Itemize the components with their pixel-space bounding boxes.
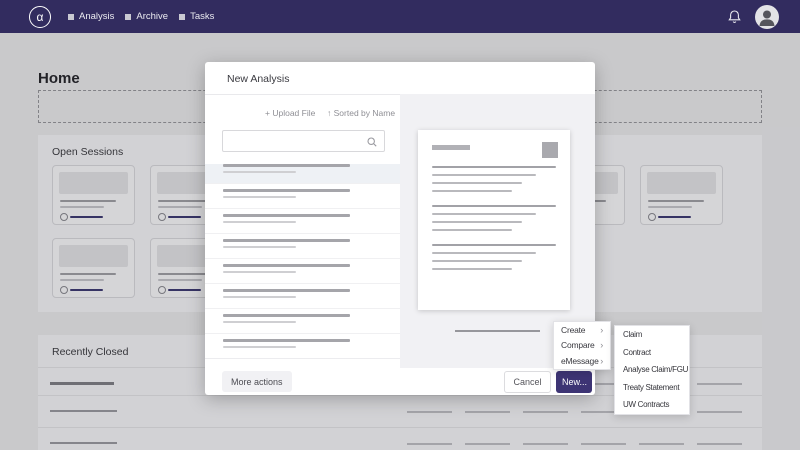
preview-line-placeholder <box>432 229 512 231</box>
submenu-item-analyse-claim-fgu[interactable]: Analyse Claim/FGU <box>615 361 689 379</box>
menu-square-icon <box>125 13 132 20</box>
file-list <box>205 159 400 359</box>
preview-line-placeholder <box>432 213 536 215</box>
preview-paragraph <box>432 244 556 276</box>
file-name-placeholder <box>223 289 350 292</box>
nav-item-analysis[interactable]: Analysis <box>68 11 114 22</box>
app-logo[interactable]: α <box>29 5 51 28</box>
file-meta-placeholder <box>223 295 296 298</box>
plus-icon: + <box>265 108 270 118</box>
preview-line-placeholder <box>432 268 512 270</box>
file-name-placeholder <box>223 189 350 192</box>
menu-item-label: eMessage <box>561 355 599 366</box>
upload-file-button[interactable]: + Upload File <box>265 108 315 118</box>
file-list-item[interactable] <box>205 214 400 234</box>
nav-item-archive[interactable]: Archive <box>125 11 168 22</box>
nav-item-tasks[interactable]: Tasks <box>179 11 214 22</box>
bell-icon[interactable] <box>727 9 742 25</box>
file-meta-placeholder <box>223 245 296 248</box>
file-name-placeholder <box>223 164 350 167</box>
more-actions-button[interactable]: More actions <box>222 371 292 392</box>
file-meta-placeholder <box>223 320 296 323</box>
app-screen: α Analysis Archive Tasks Home Open Session… <box>0 0 800 450</box>
new-dropdown-menu: Create › Compare › eMessage › <box>553 321 611 370</box>
cancel-button[interactable]: Cancel <box>504 371 551 393</box>
create-submenu: Claim Contract Analyse Claim/FGU Treaty Sta… <box>614 325 690 415</box>
file-list-item[interactable] <box>205 314 400 334</box>
file-meta-placeholder <box>223 345 296 348</box>
menu-square-icon <box>68 13 74 20</box>
file-list-item[interactable] <box>205 339 400 358</box>
menu-square-icon <box>179 13 186 20</box>
file-name-placeholder <box>223 314 350 317</box>
file-name-placeholder <box>223 214 350 217</box>
navbar-right <box>727 4 779 29</box>
file-search-box <box>222 130 385 152</box>
submenu-item-treaty-statement[interactable]: Treaty Statement <box>615 379 689 397</box>
file-meta-placeholder <box>223 270 296 273</box>
submenu-item-claim[interactable]: Claim <box>615 326 689 344</box>
preview-line-placeholder <box>432 260 522 262</box>
file-meta-placeholder <box>223 170 296 173</box>
preview-title-placeholder <box>432 145 470 150</box>
file-list-item[interactable] <box>205 289 400 309</box>
nav-item-label: Archive <box>136 11 169 22</box>
chevron-right-icon: › <box>600 340 603 351</box>
file-name-placeholder <box>223 264 350 267</box>
modal-title: New Analysis <box>227 73 290 85</box>
file-meta-placeholder <box>223 220 296 223</box>
document-preview <box>418 130 570 310</box>
menu-item-label: Compare <box>561 340 595 351</box>
submenu-item-uw-contracts[interactable]: UW Contracts <box>615 396 689 414</box>
preview-line-placeholder <box>432 166 556 168</box>
file-list-item[interactable] <box>205 189 400 209</box>
sort-arrow-icon: ↑ <box>327 108 332 118</box>
preview-line-placeholder <box>432 182 522 184</box>
search-input[interactable] <box>229 133 363 151</box>
chevron-right-icon: › <box>600 355 603 366</box>
preview-line-placeholder <box>432 221 522 223</box>
preview-caption-placeholder <box>455 330 540 332</box>
preview-line-placeholder <box>432 190 512 192</box>
search-icon <box>367 137 377 147</box>
chevron-right-icon: › <box>600 324 603 335</box>
top-navbar: α Analysis Archive Tasks <box>0 0 800 33</box>
menu-item-label: Create <box>561 324 586 335</box>
preview-line-placeholder <box>432 252 536 254</box>
main-nav: Analysis Archive Tasks <box>68 11 214 22</box>
submenu-item-contract[interactable]: Contract <box>615 344 689 362</box>
preview-logo-placeholder <box>542 142 558 158</box>
preview-paragraph <box>432 205 556 237</box>
preview-line-placeholder <box>432 174 536 176</box>
user-avatar[interactable] <box>755 4 779 29</box>
sort-by-name-button[interactable]: ↑ Sorted by Name <box>327 108 395 118</box>
file-meta-placeholder <box>223 195 296 198</box>
new-analysis-modal: New Analysis + Upload File ↑ Sorted by N… <box>205 62 595 395</box>
new-button[interactable]: New... <box>556 371 592 393</box>
file-list-item[interactable] <box>205 164 400 184</box>
nav-item-label: Tasks <box>190 11 215 22</box>
nav-item-label: Analysis <box>79 11 115 22</box>
file-list-item[interactable] <box>205 264 400 284</box>
menu-item-compare[interactable]: Compare › <box>554 338 610 354</box>
preview-line-placeholder <box>432 205 556 207</box>
file-name-placeholder <box>223 339 350 342</box>
menu-item-emessage[interactable]: eMessage › <box>554 353 610 369</box>
file-name-placeholder <box>223 239 350 242</box>
preview-line-placeholder <box>432 244 556 246</box>
file-list-item[interactable] <box>205 239 400 259</box>
menu-item-create[interactable]: Create › <box>554 322 610 338</box>
preview-paragraph <box>432 166 556 198</box>
